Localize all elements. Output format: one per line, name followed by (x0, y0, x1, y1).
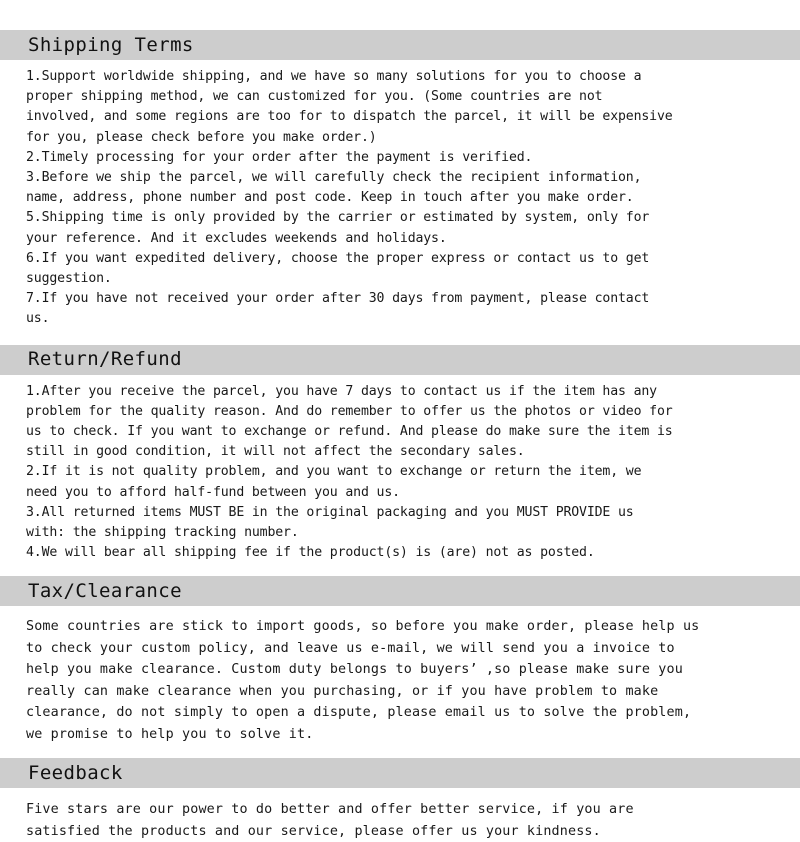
text-line: problem for the quality reason. And do r… (26, 403, 673, 419)
text-line: help you make clearance. Custom duty bel… (26, 662, 683, 678)
text-line: we promise to help you to solve it. (26, 726, 314, 742)
text-line: Five stars are our power to do better an… (26, 802, 634, 818)
section-title: Shipping Terms (28, 33, 194, 56)
section-title: Feedback (28, 761, 123, 784)
text-line: need you to afford half-fund between you… (26, 484, 400, 500)
section-body-tax-clearance: Some countries are stick to import goods… (0, 606, 800, 745)
text-line: 4.We will bear all shipping fee if the p… (26, 545, 595, 561)
text-line: 2.If it is not quality problem, and you … (26, 464, 642, 480)
section-tax-clearance: Tax/Clearance Some countries are stick t… (0, 576, 800, 745)
text-line: clearance, do not simply to open a dispu… (26, 705, 692, 721)
section-header-feedback: Feedback (0, 758, 800, 789)
section-header-shipping-terms: Shipping Terms (0, 30, 800, 60)
text-line: suggestion. (26, 271, 112, 287)
section-header-return-refund: Return/Refund (0, 344, 800, 375)
text-line: for you, please check before you make or… (26, 129, 377, 145)
text-line: us to check. If you want to exchange or … (26, 424, 673, 440)
text-line: involved, and some regions are too for t… (26, 109, 673, 125)
text-line: Some countries are stick to import goods… (26, 619, 700, 635)
text-line: with: the shipping tracking number. (26, 525, 299, 541)
section-title: Tax/Clearance (28, 579, 182, 602)
text-line: name, address, phone number and post cod… (26, 190, 634, 206)
text-line: 1.Support worldwide shipping, and we hav… (26, 69, 642, 84)
text-line: 7.If you have not received your order af… (26, 291, 650, 307)
text-line: still in good condition, it will not aff… (26, 444, 525, 460)
section-shipping-terms: Shipping Terms 1.Support worldwide shipp… (0, 30, 800, 330)
section-feedback: Feedback Five stars are our power to do … (0, 758, 800, 842)
section-header-tax-clearance: Tax/Clearance (0, 576, 800, 607)
text-line: 3.Before we ship the parcel, we will car… (26, 170, 642, 186)
section-title: Return/Refund (28, 348, 182, 371)
section-return-refund: Return/Refund 1.After you receive the pa… (0, 344, 800, 564)
text-line: really can make clearance when you purch… (26, 683, 659, 699)
section-body-feedback: Five stars are our power to do better an… (0, 788, 800, 842)
text-line: us. (26, 311, 50, 327)
text-line: proper shipping method, we can customize… (26, 89, 603, 105)
text-line: satisfied the products and our service, … (26, 823, 601, 839)
section-body-shipping-terms: 1.Support worldwide shipping, and we hav… (0, 60, 800, 330)
text-line: 1.After you receive the parcel, you have… (26, 383, 657, 399)
text-line: 2.Timely processing for your order after… (26, 149, 533, 165)
text-line: 6.If you want expedited delivery, choose… (26, 250, 650, 266)
text-line: your reference. And it excludes weekends… (26, 230, 447, 246)
text-line: 3.All returned items MUST BE in the orig… (26, 504, 634, 520)
policy-document: Shipping Terms 1.Support worldwide shipp… (0, 0, 800, 839)
section-body-return-refund: 1.After you receive the parcel, you have… (0, 375, 800, 564)
text-line: 5.Shipping time is only provided by the … (26, 210, 650, 226)
text-line: to check your custom policy, and leave u… (26, 640, 675, 656)
